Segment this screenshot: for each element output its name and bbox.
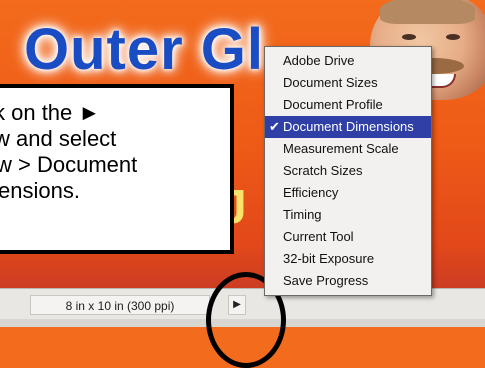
menu-item-label: Measurement Scale <box>283 141 399 156</box>
menu-item-efficiency[interactable]: Efficiency <box>265 182 431 204</box>
menu-item-adobe-drive[interactable]: Adobe Drive <box>265 50 431 72</box>
menu-item-label: Scratch Sizes <box>283 163 363 178</box>
menu-item-label: 32-bit Exposure <box>283 251 375 266</box>
menu-item-label: Efficiency <box>283 185 339 200</box>
callout-line: k on the ► <box>0 100 101 125</box>
callout-line: w and select <box>0 126 117 151</box>
menu-item-label: Timing <box>283 207 322 222</box>
document-info-readout: 8 in x 10 in (300 ppi) <box>30 295 210 315</box>
menu-item-label: Save Progress <box>283 273 369 288</box>
menu-item-timing[interactable]: Timing <box>265 204 431 226</box>
menu-item-label: Document Dimensions <box>283 119 414 134</box>
menu-item-current-tool[interactable]: Current Tool <box>265 226 431 248</box>
status-info-menu: Adobe Drive Document Sizes Document Profil… <box>264 46 432 296</box>
menu-item-save-progress[interactable]: Save Progress <box>265 270 431 292</box>
menu-item-document-dimensions[interactable]: ✔ Document Dimensions <box>265 116 431 138</box>
menu-item-label: Document Sizes <box>283 75 378 90</box>
portrait-hair <box>380 0 475 24</box>
callout-line: ensions. <box>0 178 80 203</box>
menu-item-label: Adobe Drive <box>283 53 355 68</box>
menu-item-label: Current Tool <box>283 229 354 244</box>
menu-item-document-profile[interactable]: Document Profile <box>265 94 431 116</box>
menu-item-label: Document Profile <box>283 97 383 112</box>
menu-item-document-sizes[interactable]: Document Sizes <box>265 72 431 94</box>
menu-item-measurement-scale[interactable]: Measurement Scale <box>265 138 431 160</box>
instruction-callout: k on the ► w and select w > Document ens… <box>0 84 234 254</box>
portrait-eye-left <box>402 34 416 40</box>
portrait-eye-right <box>446 34 460 40</box>
banner-headline: Outer Gl <box>24 17 265 82</box>
checkmark-icon: ✔ <box>269 119 280 134</box>
menu-item-32-bit-exposure[interactable]: 32-bit Exposure <box>265 248 431 270</box>
menu-item-scratch-sizes[interactable]: Scratch Sizes <box>265 160 431 182</box>
callout-line: w > Document <box>0 152 138 177</box>
